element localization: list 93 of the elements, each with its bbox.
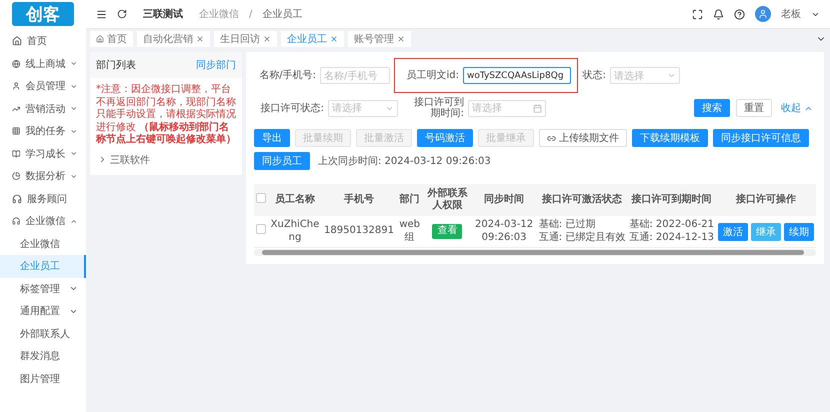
refresh-icon[interactable] bbox=[117, 9, 127, 19]
sidebar-item[interactable]: 服务顾问 bbox=[0, 188, 86, 210]
sidebar-item[interactable]: 学习成长 bbox=[0, 142, 86, 165]
sidebar-item[interactable]: 首页 bbox=[0, 30, 86, 52]
tab[interactable]: 自动化营销 bbox=[137, 30, 210, 46]
action-button[interactable]: 下载续期模板 bbox=[632, 129, 708, 147]
column-header: 接口许可到期时间 bbox=[627, 184, 716, 216]
action-button[interactable]: 搜索 bbox=[694, 99, 730, 117]
tab[interactable]: 首页 bbox=[90, 30, 133, 46]
action-button[interactable]: 同步接口许可信息 bbox=[713, 129, 809, 147]
sidebar-item[interactable]: 外部联系人 bbox=[0, 322, 86, 345]
sidebar-item[interactable]: 企业员工 bbox=[0, 255, 86, 278]
column-header: 手机号 bbox=[322, 184, 396, 216]
sidebar-item[interactable]: 数据分析 bbox=[0, 165, 86, 188]
field-label: 接口许可到期时间: bbox=[413, 97, 464, 119]
sidebar-item[interactable]: 线上商城 bbox=[0, 52, 86, 75]
expire-text: 互通: 2024-12-13 bbox=[629, 232, 714, 244]
avatar[interactable] bbox=[755, 6, 771, 22]
column-header: 接口许可激活状态 bbox=[536, 184, 628, 216]
breadcrumb-item[interactable]: 企业微信 bbox=[199, 7, 239, 21]
close-icon bbox=[196, 34, 204, 42]
breadcrumb-item[interactable]: 企业员工 bbox=[262, 7, 302, 21]
table-cell: web组 bbox=[396, 216, 424, 248]
expire-text: 基础: 2022-06-21 bbox=[629, 219, 714, 232]
menu-item-icon bbox=[12, 81, 20, 92]
breadcrumb-separator: / bbox=[249, 8, 252, 20]
close-icon bbox=[330, 34, 338, 42]
chevron-right-icon bbox=[98, 155, 107, 164]
permission-tag: 查看 bbox=[432, 224, 462, 239]
field-label: 状态: bbox=[582, 70, 606, 81]
close-icon bbox=[397, 34, 405, 42]
calendar-icon bbox=[533, 104, 542, 112]
column-header: 外部联系人权限 bbox=[423, 184, 472, 216]
menu-item-icon bbox=[12, 216, 20, 226]
last-sync-text: 上次同步时间: 2024-03-12 09:26:03 bbox=[318, 154, 491, 168]
checkbox[interactable] bbox=[256, 193, 266, 203]
column-header: 同步时间 bbox=[471, 184, 537, 216]
tree-node[interactable]: 三联软件 bbox=[90, 152, 242, 174]
panel-title: 部门列表 bbox=[96, 58, 136, 72]
notice-text: *注意：因企微接口调整，平台不再返回部门名称，现部门名称只能手动设置，请根据实际情况进行修改 （鼠标移动到部门名称节点上右键可唤起修改菜单） bbox=[94, 82, 237, 147]
sidebar-item[interactable]: 会员管理 bbox=[0, 75, 86, 98]
row-action-button[interactable]: 激活 bbox=[718, 222, 748, 240]
action-button[interactable]: 号码激活 bbox=[417, 129, 473, 147]
table-cell: 2024-03-12 09:26:03 bbox=[471, 216, 537, 248]
sidebar-item[interactable]: 我的任务 bbox=[0, 120, 86, 142]
horizontal-scrollbar[interactable] bbox=[254, 249, 816, 256]
fullscreen-icon[interactable] bbox=[692, 8, 703, 20]
table-cell: 18950132891 bbox=[322, 216, 396, 248]
collapse-link[interactable]: 收起 bbox=[778, 99, 816, 117]
action-button[interactable]: 上传续期文件 bbox=[539, 129, 627, 147]
close-icon bbox=[263, 34, 271, 42]
page-title: 三联测试 bbox=[143, 8, 183, 21]
table-cell: XuZhiCheng bbox=[268, 216, 322, 248]
column-header: 员工名称 bbox=[268, 184, 322, 216]
field-label: 名称/手机号: bbox=[258, 70, 316, 81]
sidebar-item[interactable]: 通用配置 bbox=[0, 300, 86, 322]
tab[interactable]: 企业员工 bbox=[281, 30, 344, 46]
tab[interactable]: 生日回访 bbox=[214, 30, 277, 46]
column-header: 部门 bbox=[396, 184, 424, 216]
menu-item-icon bbox=[12, 58, 20, 69]
action-button[interactable]: 同步员工 bbox=[254, 152, 310, 170]
sidebar-item[interactable]: 营销活动 bbox=[0, 98, 86, 120]
action-button[interactable]: 重置 bbox=[736, 99, 772, 117]
sidebar-item[interactable]: 企业微信 bbox=[0, 232, 86, 255]
row-action-button[interactable]: 继承 bbox=[750, 222, 781, 240]
menu-item-icon bbox=[12, 36, 22, 46]
sidebar-item[interactable]: 标签管理 bbox=[0, 278, 86, 300]
sidebar-item[interactable]: 图片管理 bbox=[0, 368, 86, 390]
logo: 创客 bbox=[12, 2, 74, 26]
menu-item-icon bbox=[12, 148, 20, 159]
home-icon bbox=[96, 34, 104, 42]
sync-link[interactable]: 同步部门 bbox=[196, 58, 236, 72]
user-name[interactable]: 老板 bbox=[781, 7, 801, 21]
sidebar-item[interactable]: 群发消息 bbox=[0, 345, 86, 368]
checkbox[interactable] bbox=[256, 224, 266, 234]
chevron-down-icon bbox=[667, 71, 676, 80]
menu-item-icon bbox=[12, 194, 22, 204]
status-text: 互通: 已绑定且有效 bbox=[538, 232, 626, 244]
tab[interactable]: 账号管理 bbox=[348, 30, 411, 46]
action-button[interactable]: 导出 bbox=[254, 129, 290, 147]
help-icon[interactable] bbox=[734, 8, 745, 20]
menu-item-icon bbox=[12, 171, 20, 182]
sidebar-item[interactable]: 企业微信 bbox=[0, 210, 86, 232]
status-text: 基础: 已过期 bbox=[538, 219, 596, 232]
link-icon bbox=[547, 134, 556, 142]
menu-icon[interactable] bbox=[96, 8, 107, 20]
column-header: 接口许可操作 bbox=[716, 184, 816, 216]
bell-icon[interactable] bbox=[713, 8, 724, 20]
input-field[interactable]: woTySZCQAAsLip8Qg bbox=[463, 67, 571, 84]
field-label: 接口许可状态: bbox=[260, 102, 324, 114]
field-label: 员工明文id: bbox=[406, 70, 459, 81]
row-action-button[interactable]: 续期 bbox=[784, 222, 814, 240]
menu-item-icon bbox=[12, 126, 20, 136]
